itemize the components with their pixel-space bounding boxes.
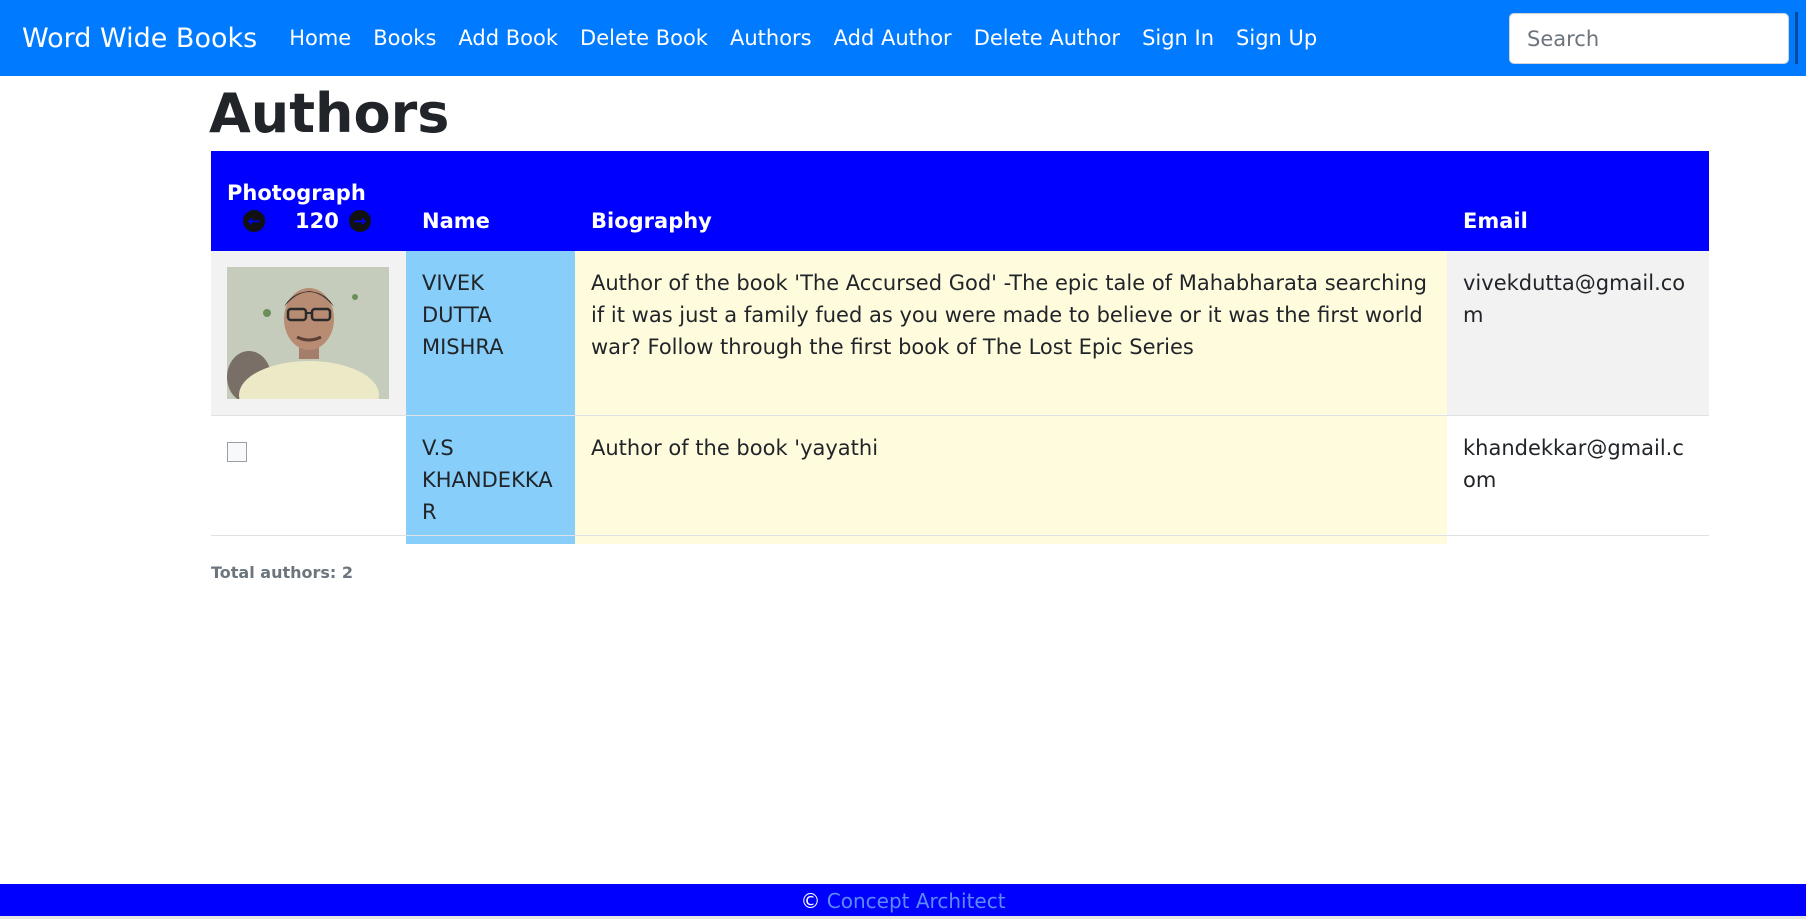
table-row: V.S KHANDEKKAR Author of the book 'yayat…: [211, 415, 1709, 544]
nav-link-sign-up[interactable]: Sign Up: [1236, 26, 1317, 50]
column-header-email: Email: [1447, 151, 1709, 251]
page-title: Authors: [209, 82, 450, 145]
photo-cell: [211, 415, 406, 544]
author-photo-graphic: [227, 267, 389, 399]
author-photo: [227, 267, 389, 399]
author-biography: Author of the book 'The Accursed God' -T…: [575, 251, 1447, 416]
photo-size-pager: ← 120 →: [243, 209, 390, 233]
nav-link-sign-in[interactable]: Sign In: [1142, 26, 1214, 50]
author-name: V.S KHANDEKKAR: [406, 415, 575, 544]
search-input[interactable]: [1509, 13, 1789, 64]
navbar-edge: [1795, 12, 1798, 64]
copyright-symbol: ©: [800, 889, 821, 913]
table-row: VIVEK DUTTA MISHRA Author of the book 'T…: [211, 251, 1709, 416]
authors-table: Photograph ← 120 → Name Biography Email: [211, 151, 1709, 544]
section-divider: [211, 535, 1709, 536]
arrow-left-circle-icon[interactable]: ←: [243, 210, 265, 232]
author-name: VIVEK DUTTA MISHRA: [406, 251, 575, 416]
nav-link-add-book[interactable]: Add Book: [458, 26, 558, 50]
nav-link-authors[interactable]: Authors: [730, 26, 812, 50]
photo-size-value: 120: [295, 209, 339, 233]
top-navbar: Word Wide Books Home Books Add Book Dele…: [0, 0, 1806, 76]
table-header-row: Photograph ← 120 → Name Biography Email: [211, 151, 1709, 251]
footer-link[interactable]: Concept Architect: [827, 889, 1006, 913]
brand-link[interactable]: Word Wide Books: [22, 23, 257, 54]
author-biography: Author of the book 'yayathi: [575, 415, 1447, 544]
broken-image-icon: [227, 442, 247, 462]
column-header-photograph: Photograph ← 120 →: [211, 151, 406, 251]
footer: © Concept Architect: [0, 884, 1806, 919]
column-header-photograph-label: Photograph: [227, 181, 366, 205]
photo-cell: [211, 251, 406, 416]
nav-link-home[interactable]: Home: [289, 26, 351, 50]
nav-link-books[interactable]: Books: [373, 26, 436, 50]
author-email: vivekdutta@gmail.com: [1447, 251, 1709, 416]
author-email: khandekkar@gmail.com: [1447, 415, 1709, 544]
column-header-biography: Biography: [575, 151, 1447, 251]
nav-link-delete-book[interactable]: Delete Book: [580, 26, 708, 50]
column-header-name: Name: [406, 151, 575, 251]
total-authors-count: Total authors: 2: [211, 563, 354, 582]
nav-links: Home Books Add Book Delete Book Authors …: [289, 26, 1339, 50]
nav-link-delete-author[interactable]: Delete Author: [974, 26, 1120, 50]
nav-link-add-author[interactable]: Add Author: [834, 26, 952, 50]
arrow-right-circle-icon[interactable]: →: [348, 210, 371, 232]
